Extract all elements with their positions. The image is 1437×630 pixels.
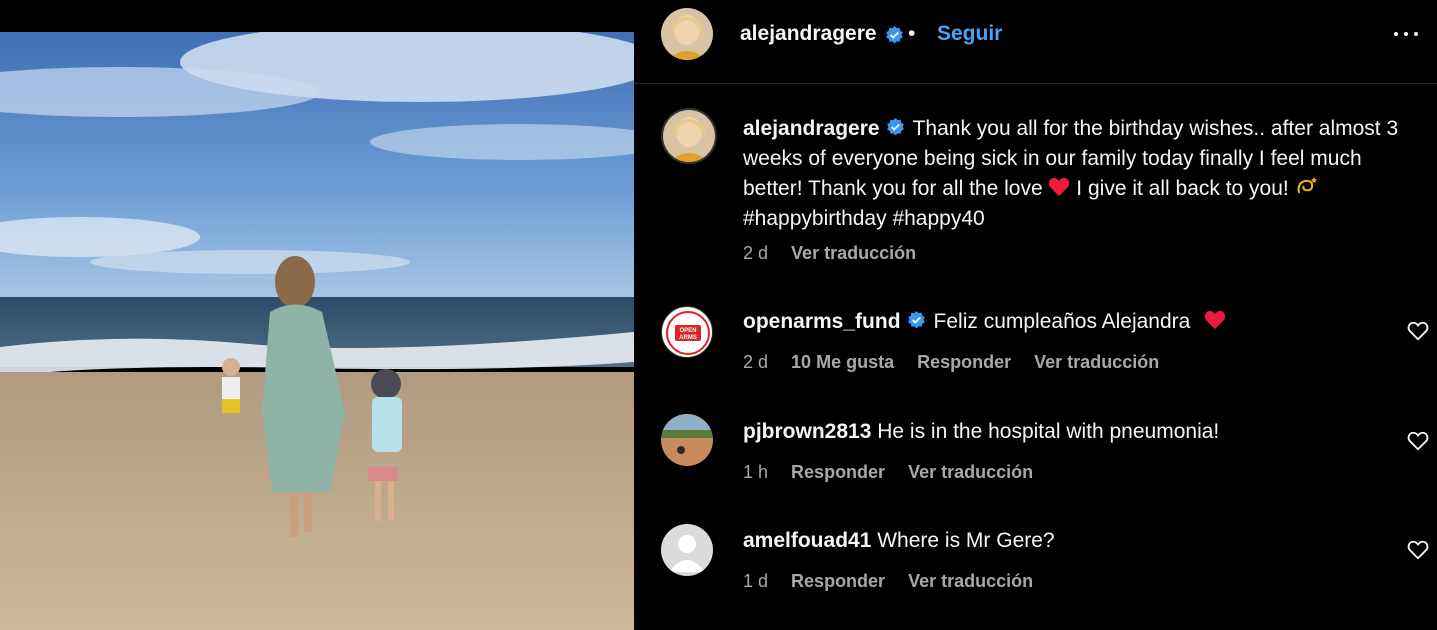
comment-username[interactable]: amelfouad41 xyxy=(743,529,871,552)
post-details-panel: alejandragere • Seguir alejandragere Than… xyxy=(634,0,1437,630)
like-heart-icon[interactable] xyxy=(1407,539,1429,561)
comment-meta: 1 d Responder Ver traducción xyxy=(743,571,1051,592)
like-heart-icon[interactable] xyxy=(1407,430,1429,452)
post-header: alejandragere • Seguir xyxy=(634,0,1437,84)
author-avatar[interactable] xyxy=(661,8,713,60)
comment-username[interactable]: pjbrown2813 xyxy=(743,420,871,443)
post-caption: alejandragere Thank you all for the birth… xyxy=(743,114,1413,234)
commenter-avatar[interactable] xyxy=(661,414,713,466)
svg-text:ARMS: ARMS xyxy=(679,335,697,341)
dizzy-emoji-icon xyxy=(1297,177,1317,194)
caption-username[interactable]: alejandragere xyxy=(743,117,880,140)
translate-link[interactable]: Ver traducción xyxy=(1034,352,1159,372)
separator-dot: • xyxy=(908,22,916,45)
comment-time: 1 h xyxy=(743,462,769,482)
comment-likes[interactable]: 10 Me gusta xyxy=(791,352,894,372)
translate-link[interactable]: Ver traducción xyxy=(908,571,1033,591)
reply-button[interactable]: Responder xyxy=(917,352,1011,372)
comment-text: Where is Mr Gere? xyxy=(877,529,1055,552)
reply-button[interactable]: Responder xyxy=(791,571,885,591)
caption-avatar[interactable] xyxy=(661,108,717,164)
comment-body: pjbrown2813 He is in the hospital with p… xyxy=(743,417,1219,447)
caption-translate-link[interactable]: Ver traducción xyxy=(791,243,916,263)
red-heart-emoji-icon xyxy=(1049,177,1070,197)
comment-username[interactable]: openarms_fund xyxy=(743,310,901,333)
comment-meta: 2 d 10 Me gusta Responder Ver traducción xyxy=(743,352,1177,373)
commenter-avatar[interactable]: OPEN ARMS xyxy=(661,306,713,358)
caption-hashtags[interactable]: #happybirthday #happy40 xyxy=(743,207,985,230)
comment-text: He is in the hospital with pneumonia! xyxy=(877,420,1220,443)
author-username[interactable]: alejandragere xyxy=(740,22,877,46)
comment-text: Feliz cumpleaños Alejandra xyxy=(933,310,1191,333)
like-heart-icon[interactable] xyxy=(1407,320,1429,342)
verified-badge-icon xyxy=(886,118,904,136)
comment-time: 1 d xyxy=(743,571,769,591)
beach-photo xyxy=(0,32,634,630)
follow-button[interactable]: Seguir xyxy=(937,22,1002,46)
post-photo xyxy=(0,0,634,630)
caption-text-part-2: I give it all back to you! xyxy=(1070,177,1295,200)
comment-body: amelfouad41 Where is Mr Gere? xyxy=(743,526,1055,556)
red-heart-emoji-icon xyxy=(1205,310,1226,330)
caption-meta: 2 d Ver traducción xyxy=(743,243,934,264)
reply-button[interactable]: Responder xyxy=(791,462,885,482)
more-options-icon[interactable] xyxy=(1391,22,1421,46)
verified-badge-icon xyxy=(907,311,925,329)
verified-badge-icon xyxy=(886,26,903,44)
comment-meta: 1 h Responder Ver traducción xyxy=(743,462,1051,483)
caption-time: 2 d xyxy=(743,243,769,263)
open-arms-logo-text: OPEN xyxy=(679,328,696,334)
comment-body: openarms_fund Feliz cumpleaños Alejandra xyxy=(743,307,1226,337)
translate-link[interactable]: Ver traducción xyxy=(908,462,1033,482)
commenter-avatar[interactable] xyxy=(661,524,713,576)
comment-time: 2 d xyxy=(743,352,769,372)
